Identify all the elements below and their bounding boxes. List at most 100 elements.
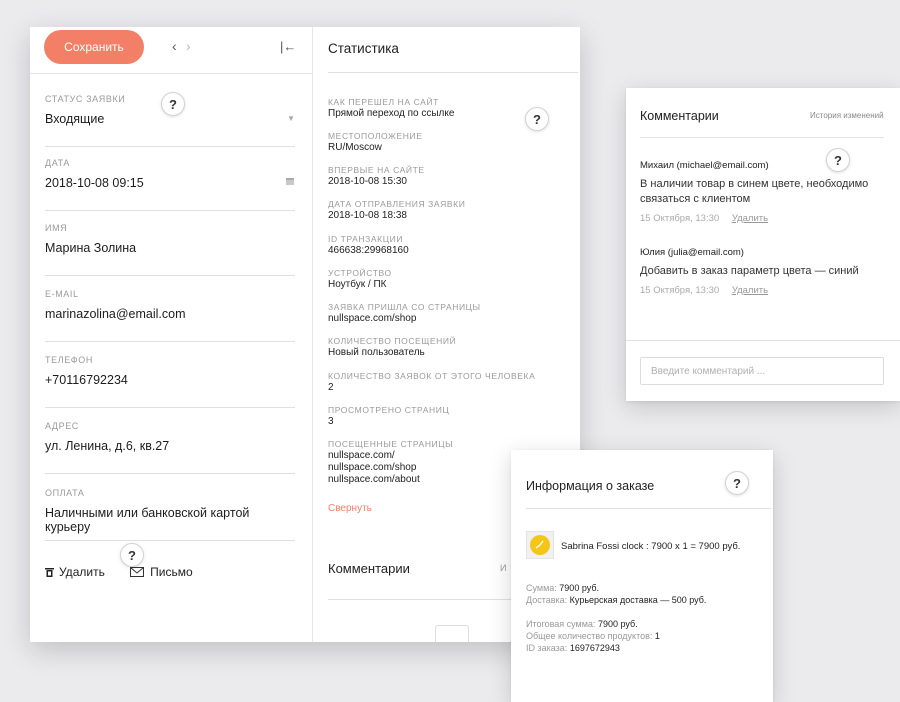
comment-item: Юлия (julia@email.com) Добавить в заказ … xyxy=(640,247,880,296)
comments-title: Комментарии xyxy=(640,109,719,123)
trash-icon xyxy=(45,568,54,577)
address-value: ул. Ленина, д.6, кв.27 xyxy=(45,439,170,453)
collapse-link[interactable]: Свернуть xyxy=(328,503,372,514)
date-field[interactable]: Дата 2018-10-08 09:15 xyxy=(45,158,295,211)
delivery-value: Курьерская доставка — 500 руб. xyxy=(569,595,707,605)
form-panel: Сохранить ‹ › |← Статус заявки Входящие … xyxy=(30,27,313,642)
stat-value: Ноутбук / ПК xyxy=(328,279,387,290)
payment-field[interactable]: Оплата Наличными или банковской картой к… xyxy=(45,488,295,541)
comment-text: Добавить в заказ параметр цвета — синий xyxy=(640,265,859,277)
sum-value: 7900 руб. xyxy=(559,583,599,593)
stat-pages-viewed: Просмотрено страниц 3 xyxy=(328,405,449,428)
history-link-partial[interactable]: И xyxy=(500,563,506,573)
history-link[interactable]: История изменений xyxy=(810,111,884,120)
id-label: ID заказа: xyxy=(526,643,568,653)
payment-value: Наличными или банковской картой курьеру xyxy=(45,506,250,534)
status-value: Входящие xyxy=(45,112,105,126)
email-field[interactable]: E-mail marinazolina@email.com xyxy=(45,289,295,342)
product-thumbnail[interactable] xyxy=(526,531,554,559)
stat-submit-date: Дата отправления заявки 2018-10-08 18:38 xyxy=(328,199,465,222)
comment-time: 15 Октября, 13:30 xyxy=(640,285,720,296)
divider xyxy=(626,340,900,341)
stat-value: 3 xyxy=(328,416,334,427)
order-form-card: Сохранить ‹ › |← Статус заявки Входящие … xyxy=(30,27,580,642)
phone-label: Телефон xyxy=(45,355,93,365)
phone-value: +70116792234 xyxy=(45,373,128,387)
order-id: ID заказа: 1697672943 xyxy=(526,643,620,653)
stat-value: nullspace.com/shop xyxy=(328,462,417,473)
save-button[interactable]: Сохранить xyxy=(44,30,144,64)
id-value: 1697672943 xyxy=(569,643,620,653)
stat-label: Местоположение xyxy=(328,131,423,141)
prev-arrow-icon[interactable]: ‹ xyxy=(172,38,177,54)
stat-requests-count: Количество заявок от этого человека 2 xyxy=(328,371,535,394)
stat-location: Местоположение RU/Moscow xyxy=(328,131,423,154)
name-field[interactable]: Имя Марина Золина xyxy=(45,223,295,276)
count-label: Общее количество продуктов: xyxy=(526,631,653,641)
comment-meta: 15 Октября, 13:30 Удалить xyxy=(640,213,880,224)
stat-label: Дата отправления заявки xyxy=(328,199,466,209)
order-delivery: Доставка: Курьерская доставка — 500 руб. xyxy=(526,595,706,605)
stat-first-visit: Впервые на сайте 2018-10-08 15:30 xyxy=(328,165,425,188)
phone-field[interactable]: Телефон +70116792234 xyxy=(45,355,295,408)
order-count: Общее количество продуктов: 1 xyxy=(526,631,660,641)
order-sum: Сумма: 7900 руб. xyxy=(526,583,599,593)
stat-transaction-id: ID транзакции 466638:29968160 xyxy=(328,234,409,257)
name-label: Имя xyxy=(45,223,68,233)
stat-label: Посещенные страницы xyxy=(328,439,454,449)
collapse-panel-icon[interactable]: |← xyxy=(280,39,296,54)
help-marker-status[interactable]: ? xyxy=(161,92,185,116)
divider xyxy=(526,508,771,509)
address-field[interactable]: Адрес ул. Ленина, д.6, кв.27 xyxy=(45,421,295,474)
name-value: Марина Золина xyxy=(45,241,137,255)
dropdown-icon[interactable]: ▼ xyxy=(287,114,295,123)
sum-label: Сумма: xyxy=(526,583,557,593)
date-value: 2018-10-08 09:15 xyxy=(45,176,144,190)
total-value: 7900 руб. xyxy=(597,619,638,629)
comment-delete-link[interactable]: Удалить xyxy=(732,285,768,296)
comment-text: В наличии товар в синем цвете, необходим… xyxy=(640,178,869,205)
letter-action[interactable]: Письмо xyxy=(130,565,193,579)
help-marker-order[interactable]: ? xyxy=(725,471,749,495)
stat-label: ID транзакции xyxy=(328,234,404,244)
stat-value: Прямой переход по ссылке xyxy=(328,108,455,119)
comment-time: 15 Октября, 13:30 xyxy=(640,213,720,224)
stat-value: 2018-10-08 15:30 xyxy=(328,176,407,187)
divider xyxy=(328,72,578,73)
stat-value: 2018-10-08 18:38 xyxy=(328,210,407,221)
stat-referrer: Как перешел на сайт Прямой переход по сс… xyxy=(328,97,454,120)
stat-value: nullspace.com/ xyxy=(328,450,395,461)
calendar-icon[interactable] xyxy=(285,176,295,189)
stat-label: Просмотрено страниц xyxy=(328,405,450,415)
order-item: Sabrina Fossi clock : 7900 x 1 = 7900 ру… xyxy=(561,541,741,552)
stat-label: Впервые на сайте xyxy=(328,165,425,175)
stat-value: nullspace.com/shop xyxy=(328,313,417,324)
comments-section-title: Комментарии xyxy=(328,561,410,576)
comment-input-stub[interactable] xyxy=(435,625,469,642)
help-marker-stats[interactable]: ? xyxy=(525,107,549,131)
comments-card: Комментарии История изменений Михаил (mi… xyxy=(626,88,900,401)
next-arrow-icon[interactable]: › xyxy=(186,38,191,54)
stat-visits: Количество посещений Новый пользователь xyxy=(328,336,456,359)
envelope-icon xyxy=(130,567,145,577)
stat-label: Заявка пришла со страницы xyxy=(328,302,481,312)
stats-title: Статистика xyxy=(328,41,399,56)
comment-author: Юлия (julia@email.com) xyxy=(640,247,744,258)
stat-value: RU/Moscow xyxy=(328,142,382,153)
comment-input[interactable] xyxy=(640,357,884,385)
stat-source-page: Заявка пришла со страницы nullspace.com/… xyxy=(328,302,481,325)
help-marker-actions[interactable]: ? xyxy=(120,543,144,567)
total-label: Итоговая сумма: xyxy=(526,619,596,629)
payment-label: Оплата xyxy=(45,488,85,498)
comment-delete-link[interactable]: Удалить xyxy=(732,213,768,224)
help-marker-comments[interactable]: ? xyxy=(826,148,850,172)
toolbar: Сохранить ‹ › |← xyxy=(30,27,312,74)
letter-label: Письмо xyxy=(150,565,193,579)
stat-value: 2 xyxy=(328,382,334,393)
delete-action[interactable]: Удалить xyxy=(45,565,105,579)
stat-label: Количество посещений xyxy=(328,336,457,346)
comment-meta: 15 Октября, 13:30 Удалить xyxy=(640,285,880,296)
stat-label: Количество заявок от этого человека xyxy=(328,371,536,381)
count-value: 1 xyxy=(654,631,660,641)
address-label: Адрес xyxy=(45,421,79,431)
